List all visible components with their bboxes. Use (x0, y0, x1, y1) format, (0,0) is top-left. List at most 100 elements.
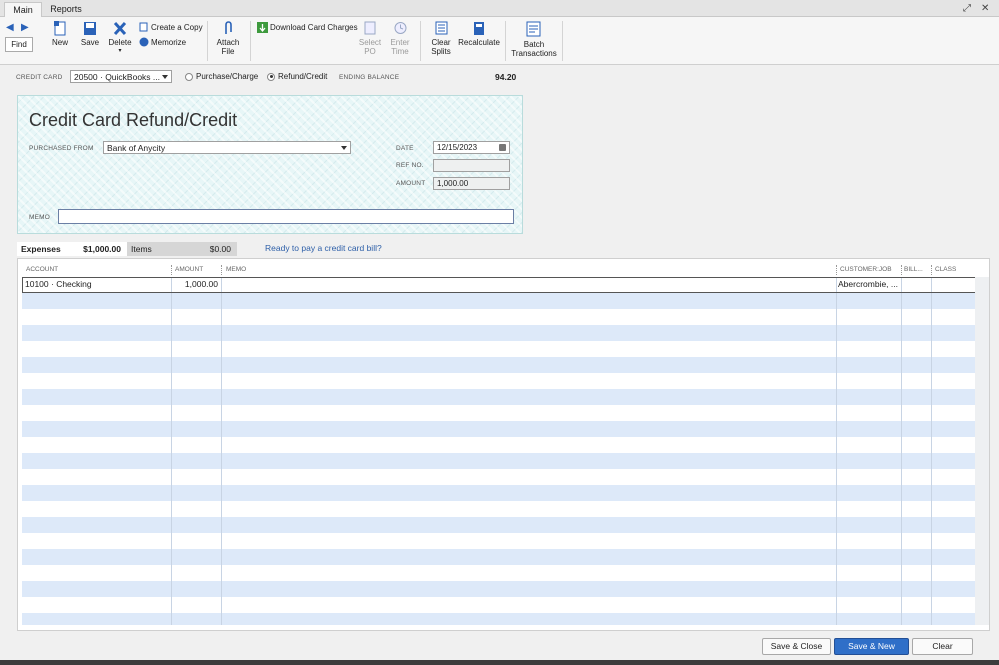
batch-label-2: Transactions (511, 49, 557, 58)
table-row[interactable] (22, 277, 977, 293)
clear-splits-label-1: Clear (431, 38, 451, 47)
toolbar-separator (420, 21, 421, 61)
purchase-charge-radio[interactable]: Purchase/Charge (185, 72, 258, 81)
select-po-label-2: PO (364, 47, 376, 56)
table-body (22, 277, 977, 625)
ref-no-field[interactable] (433, 159, 510, 172)
column-line (171, 277, 172, 625)
attach-file-button[interactable]: Attach File (214, 21, 242, 56)
table-row[interactable] (22, 453, 977, 469)
column-divider (221, 265, 222, 275)
calendar-icon[interactable] (499, 144, 506, 151)
next-arrow-icon[interactable]: ▶ (21, 22, 29, 33)
row-account[interactable]: 10100 · Checking (25, 278, 92, 291)
table-row[interactable] (22, 309, 977, 325)
delete-label: Delete (108, 38, 132, 47)
tab-reports[interactable]: Reports (46, 2, 86, 17)
table-row[interactable] (22, 293, 977, 309)
table-row[interactable] (22, 373, 977, 389)
create-copy-button[interactable]: Create a Copy (139, 22, 203, 32)
toolbar-separator (207, 21, 208, 61)
column-line (931, 277, 932, 625)
prev-arrow-icon[interactable]: ◀ (6, 22, 14, 33)
toolbar: ◀ ▶ Find New Save Delete ▾ Create a Copy… (0, 17, 999, 65)
amount-value: 1,000.00 (437, 179, 469, 188)
memorize-icon (139, 37, 149, 47)
taskbar-strip (0, 660, 999, 665)
row-customer-job[interactable]: Abercrombie, ... (838, 278, 898, 291)
table-row[interactable] (22, 565, 977, 581)
pay-credit-card-link[interactable]: Ready to pay a credit card bill? (265, 243, 382, 253)
paperclip-icon (225, 21, 232, 34)
batch-transactions-button[interactable]: Batch Transactions (511, 21, 557, 58)
memorize-button[interactable]: Memorize (139, 37, 186, 47)
table-row[interactable] (22, 341, 977, 357)
credit-card-label: CREDIT CARD (16, 74, 63, 81)
clear-splits-button[interactable]: Clear Splits (428, 21, 454, 56)
recalculate-button[interactable]: Recalculate (458, 21, 500, 47)
date-field[interactable]: 12/15/2023 (433, 141, 510, 154)
refund-credit-label: Refund/Credit (278, 72, 328, 81)
page-title: Credit Card Refund/Credit (29, 110, 238, 130)
memo-field[interactable] (58, 209, 514, 224)
delete-button[interactable]: Delete ▾ (107, 21, 133, 56)
find-button[interactable]: Find (5, 37, 33, 52)
table-row[interactable] (22, 421, 977, 437)
radio-icon (185, 72, 193, 81)
items-label: Items (131, 244, 152, 254)
table-row[interactable] (22, 581, 977, 597)
save-button[interactable]: Save (79, 21, 101, 47)
table-row[interactable] (22, 485, 977, 501)
tab-items[interactable]: Items $0.00 (127, 242, 237, 256)
table-row[interactable] (22, 405, 977, 421)
credit-card-select[interactable]: 20500 · QuickBooks ... (70, 70, 172, 83)
table-row[interactable] (22, 437, 977, 453)
col-memo[interactable]: MEMO (226, 266, 246, 273)
row-amount[interactable]: 1,000.00 (174, 278, 218, 291)
download-card-charges-label: Download Card Charges (270, 23, 358, 32)
column-divider (836, 265, 837, 275)
download-icon (257, 22, 268, 33)
recalculate-label: Recalculate (458, 38, 500, 47)
table-header: ACCOUNT AMOUNT MEMO CUSTOMER:JOB BILL...… (22, 264, 977, 276)
col-amount[interactable]: AMOUNT (175, 266, 203, 273)
col-customer-job[interactable]: CUSTOMER:JOB (840, 266, 892, 273)
table-row[interactable] (22, 469, 977, 485)
download-card-charges-button[interactable]: Download Card Charges (257, 22, 358, 33)
save-close-button[interactable]: Save & Close (762, 638, 831, 655)
save-new-button[interactable]: Save & New (834, 638, 909, 655)
tab-expenses[interactable]: Expenses $1,000.00 (17, 242, 127, 256)
amount-field[interactable]: 1,000.00 (433, 177, 510, 190)
tab-strip: Main Reports ⤢ ✕ (0, 0, 999, 17)
table-row[interactable] (22, 501, 977, 517)
table-row[interactable] (22, 517, 977, 533)
col-class[interactable]: CLASS (935, 266, 956, 273)
refund-credit-radio[interactable]: Refund/Credit (267, 72, 327, 81)
amount-label: AMOUNT (396, 180, 426, 187)
create-copy-label: Create a Copy (151, 22, 203, 32)
col-billable[interactable]: BILL... (904, 266, 923, 273)
col-account[interactable]: ACCOUNT (26, 266, 58, 273)
column-divider (901, 265, 902, 275)
expand-icon[interactable]: ⤢ (963, 3, 971, 14)
clear-button[interactable]: Clear (912, 638, 973, 655)
table-row[interactable] (22, 357, 977, 373)
new-button[interactable]: New (49, 21, 71, 47)
table-row[interactable] (22, 389, 977, 405)
memo-label: MEMO (29, 214, 51, 221)
delete-icon (113, 21, 127, 36)
purchased-from-select[interactable]: Bank of Anycity (103, 141, 351, 154)
close-icon[interactable]: ✕ (981, 3, 989, 14)
table-row[interactable] (22, 533, 977, 549)
clear-splits-label-2: Splits (431, 47, 451, 56)
table-row[interactable] (22, 325, 977, 341)
vertical-scrollbar[interactable] (975, 277, 989, 625)
tab-main[interactable]: Main (4, 2, 42, 17)
table-row[interactable] (22, 549, 977, 565)
expenses-amount: $1,000.00 (83, 244, 121, 254)
enter-time-button[interactable]: Enter Time (388, 21, 412, 56)
purchased-from-value: Bank of Anycity (107, 143, 166, 153)
table-row[interactable] (22, 613, 977, 625)
table-row[interactable] (22, 597, 977, 613)
select-po-button[interactable]: Select PO (358, 21, 382, 56)
